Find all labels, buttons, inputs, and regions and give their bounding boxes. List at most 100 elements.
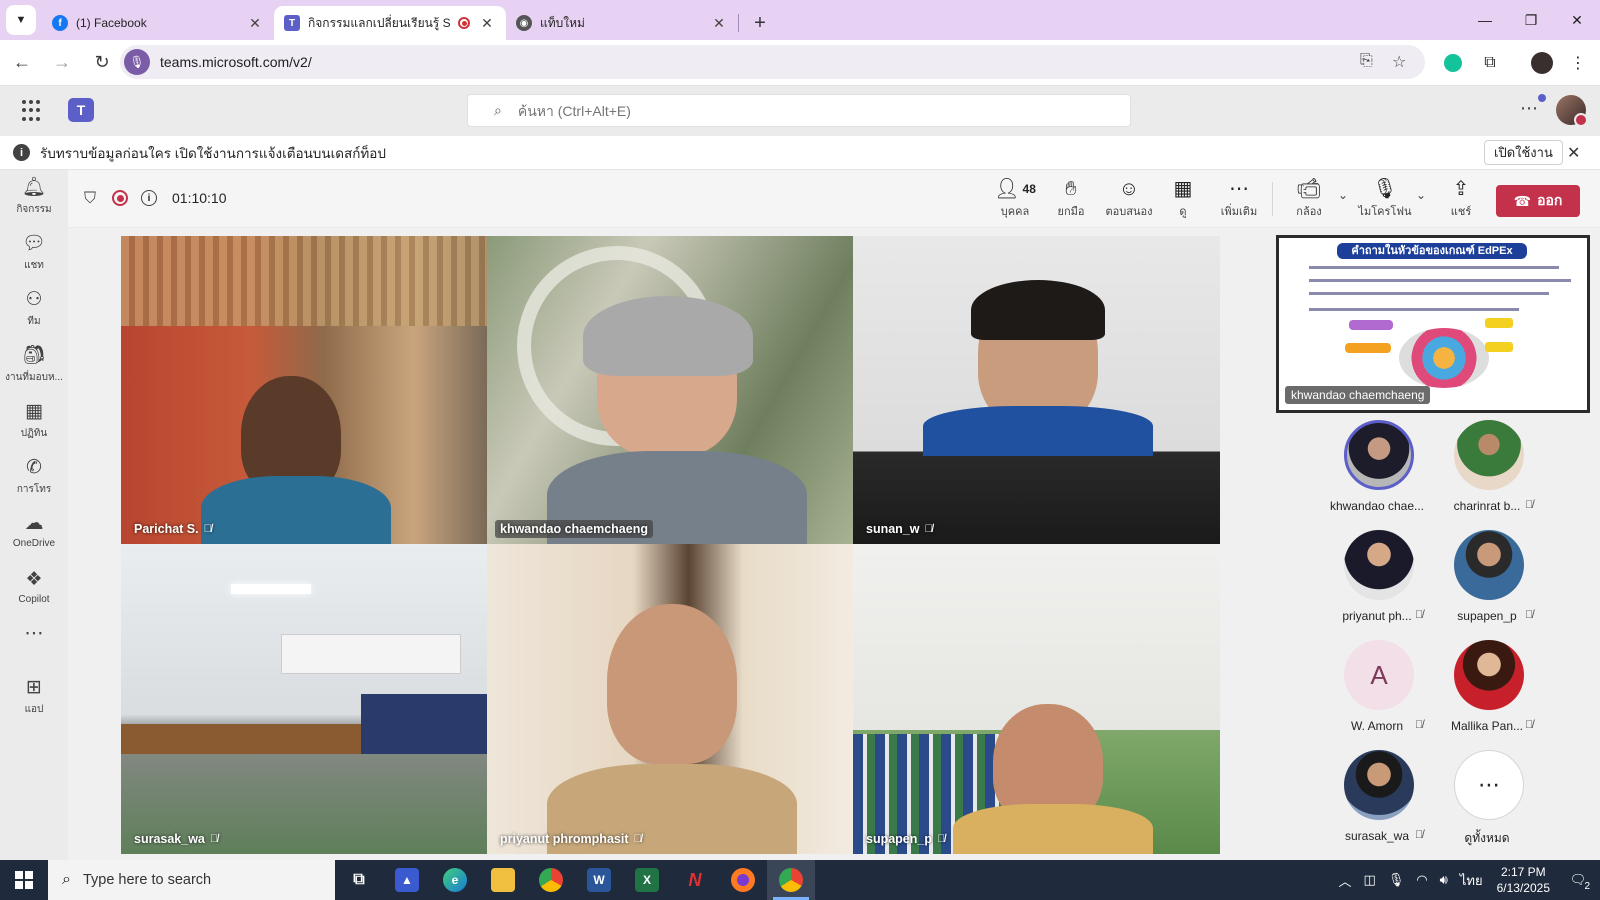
slide-text-line	[1309, 292, 1549, 295]
firefox-icon	[731, 868, 755, 892]
taskbar-search[interactable]: ⌕ Type here to search	[48, 860, 335, 900]
new-tab-button[interactable]: +	[745, 8, 775, 38]
close-icon[interactable]: ✕	[1567, 143, 1580, 163]
slide-text-line	[1309, 266, 1559, 269]
close-tab-icon[interactable]: ✕	[246, 15, 264, 32]
chevron-down-icon: ▼	[15, 14, 27, 26]
install-app-icon[interactable]: ⎘	[1360, 52, 1373, 70]
search-input[interactable]	[517, 102, 1078, 119]
profile-avatar-icon[interactable]	[1528, 49, 1556, 77]
slide-label	[1349, 320, 1393, 330]
teams-search-box[interactable]: ⌕	[467, 94, 1131, 127]
roster-participant[interactable]: surasak_wa 🎙̸	[1329, 750, 1429, 856]
more-options-icon[interactable]: ⋯	[1520, 94, 1546, 119]
video-tile[interactable]: supapen_p 🎙̸	[853, 544, 1220, 854]
taskbar-app-n[interactable]: N	[671, 860, 719, 900]
language-indicator[interactable]: ไทย	[1460, 870, 1483, 891]
raise-hand-button[interactable]: ✋︎ ยกมือ	[1044, 176, 1098, 222]
close-tab-icon[interactable]: ✕	[478, 15, 496, 32]
rail-item-calls[interactable]: ✆ การโทร	[0, 456, 68, 510]
start-button[interactable]	[0, 860, 48, 900]
rail-label: Copilot	[18, 594, 50, 605]
roster-participant[interactable]: Mallika Pan... 🎙̸	[1439, 640, 1539, 746]
taskbar-chrome[interactable]	[527, 860, 575, 900]
copilot-icon: ❖	[25, 569, 43, 590]
taskbar-clock[interactable]: 2:17 PM 6/13/2025	[1497, 864, 1550, 896]
microphone-tray-icon[interactable]: 🎙︎	[1388, 872, 1405, 888]
video-tile[interactable]: sunan_w 🎙̸	[853, 236, 1220, 544]
taskbar-chrome-active[interactable]	[767, 860, 815, 900]
back-button[interactable]: ←	[4, 45, 40, 81]
wifi-icon[interactable]: ◠	[1416, 872, 1427, 888]
restore-icon[interactable]: ❐	[1508, 0, 1554, 40]
video-tile-active-speaker[interactable]: khwandao chaemchaeng	[487, 236, 853, 544]
rail-item-apps[interactable]: ⊞ แอป	[0, 676, 68, 730]
shared-screen-thumbnail[interactable]: คำถามในหัวข้อของเกณฑ์ EdPEx khwandao cha…	[1276, 235, 1590, 413]
taskbar-file-explorer[interactable]	[479, 860, 527, 900]
volume-icon[interactable]: 🔊︎	[1440, 872, 1448, 888]
more-icon: ⋯	[24, 623, 44, 644]
more-button[interactable]: ⋯ เพิ่มเติม	[1212, 176, 1266, 222]
mic-options-chevron-icon[interactable]: ⌄	[1416, 188, 1426, 202]
roster-participant[interactable]: khwandao chae...	[1329, 420, 1429, 526]
site-mic-icon[interactable]: 🎙	[124, 49, 150, 75]
rail-item-chat[interactable]: 💬︎ แชท	[0, 232, 68, 286]
roster-participant[interactable]: supapen_p 🎙̸	[1439, 530, 1539, 636]
reload-button[interactable]: ↻	[84, 45, 120, 81]
video-tile[interactable]: Parichat S. 🎙̸	[121, 236, 487, 544]
taskbar-word[interactable]: W	[575, 860, 623, 900]
rail-item-activity[interactable]: 🔔︎ กิจกรรม	[0, 176, 68, 230]
people-button[interactable]: 👤︎ 48 บุคคล	[988, 176, 1042, 222]
address-bar[interactable]: 🎙 teams.microsoft.com/v2/ ⎘ ☆	[120, 45, 1425, 79]
user-avatar[interactable]	[1556, 95, 1588, 127]
video-tile[interactable]: priyanut phromphasit 🎙̸	[487, 544, 853, 854]
mic-off-icon: 🎙̸	[1525, 719, 1534, 731]
rail-item-calendar[interactable]: ▦ ปฏิทิน	[0, 400, 68, 454]
grammarly-extension-icon[interactable]	[1439, 49, 1467, 77]
taskbar-app-1[interactable]: ▲	[383, 860, 431, 900]
notification-center-button[interactable]: 🗨︎ 2	[1564, 868, 1592, 892]
roster-participant[interactable]: A W. Amorn 🎙̸	[1329, 640, 1429, 746]
microphone-button[interactable]: 🎙︎ ไมโครโฟน	[1358, 176, 1412, 222]
rail-item-teams[interactable]: ⚇ ทีม	[0, 288, 68, 342]
browser-menu-icon[interactable]: ⋮	[1564, 49, 1592, 77]
close-tab-icon[interactable]: ✕	[710, 15, 728, 32]
shield-icon[interactable]: ⛉	[84, 190, 96, 208]
taskbar-excel[interactable]: X	[623, 860, 671, 900]
share-button[interactable]: ⇪ แชร์	[1434, 176, 1488, 222]
roster-participant[interactable]: charinrat b... 🎙̸	[1439, 420, 1539, 526]
meeting-info-icon[interactable]: i	[141, 190, 157, 206]
tab-search-button[interactable]: ▼	[6, 5, 36, 35]
view-button[interactable]: ▦ ดู	[1156, 176, 1210, 222]
app-launcher-icon[interactable]	[22, 100, 44, 122]
roster-participant[interactable]: priyanut ph... 🎙̸	[1329, 530, 1429, 636]
camera-button[interactable]: 📹︎ กล้อง	[1282, 176, 1336, 222]
bookmark-star-icon[interactable]: ☆	[1392, 52, 1406, 72]
windows-taskbar: ⌕ Type here to search ⧉ ▲ e W X N ︿ ◫ 🎙︎…	[0, 860, 1600, 900]
taskbar-firefox[interactable]	[719, 860, 767, 900]
rail-item-onedrive[interactable]: ☁︎ OneDrive	[0, 512, 68, 566]
rail-item-copilot[interactable]: ❖ Copilot	[0, 568, 68, 622]
browser-tab-facebook[interactable]: f (1) Facebook ✕	[42, 6, 274, 40]
rail-item-assignments[interactable]: 🎒︎ งานที่มอบห...	[0, 344, 68, 398]
browser-tab-newtab[interactable]: ◉ แท็บใหม่ ✕	[506, 6, 738, 40]
extensions-puzzle-icon[interactable]: ⧉	[1476, 49, 1504, 77]
video-tile[interactable]: surasak_wa 🎙̸	[121, 544, 487, 854]
task-view-button[interactable]: ⧉	[335, 860, 383, 900]
participant-name-label: khwandao chaemchaeng	[495, 520, 653, 538]
camera-options-chevron-icon[interactable]: ⌄	[1338, 188, 1348, 202]
view-all-participants-button[interactable]: ⋯ ดูทั้งหมด	[1439, 750, 1539, 856]
leave-button[interactable]: ☎︎ ออก	[1496, 185, 1580, 217]
close-window-icon[interactable]: ✕	[1554, 0, 1600, 40]
forward-button[interactable]: →	[44, 45, 80, 81]
react-button[interactable]: ☺ ตอบสนอง	[1102, 176, 1156, 222]
enable-notifications-button[interactable]: เปิดใช้งาน	[1484, 140, 1563, 165]
smile-icon: ☺	[1118, 178, 1140, 200]
rail-label: แชท	[24, 260, 44, 271]
show-hidden-icons-icon[interactable]: ︿	[1339, 871, 1352, 890]
camera-tray-icon[interactable]: ◫	[1364, 872, 1376, 888]
minimize-icon[interactable]: —	[1462, 0, 1508, 40]
browser-tab-teams[interactable]: T กิจกรรมแลกเปลี่ยนเรียนรู้ SAR ✕	[274, 6, 506, 40]
rail-more-apps[interactable]: ⋯	[0, 622, 68, 652]
taskbar-edge[interactable]: e	[431, 860, 479, 900]
